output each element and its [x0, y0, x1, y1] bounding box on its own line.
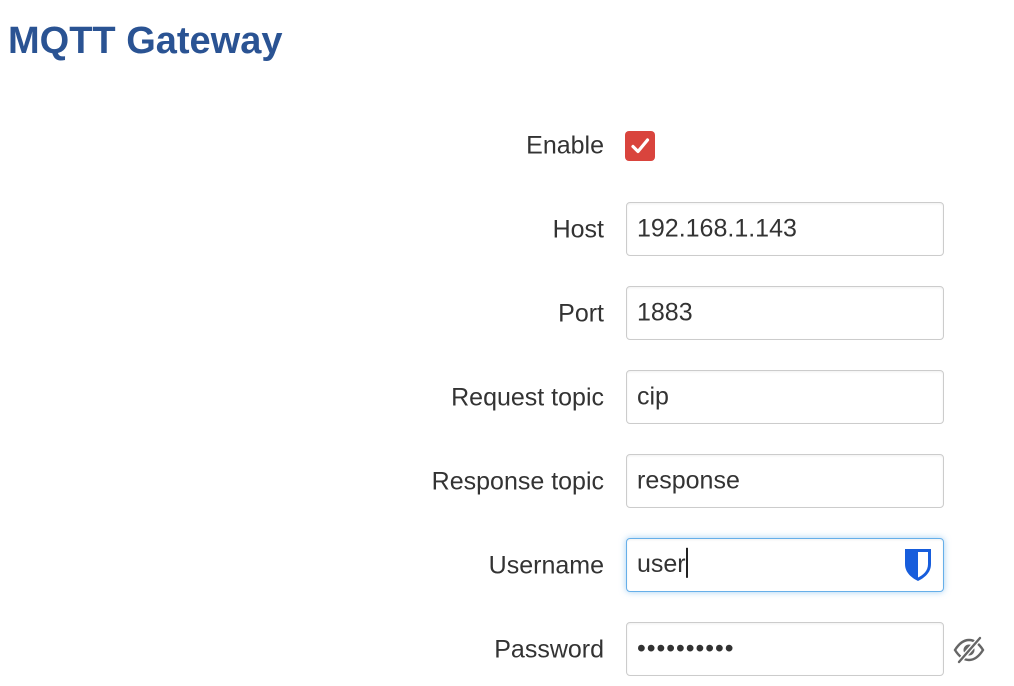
port-value: 1883 [637, 298, 693, 327]
port-label: Port [558, 299, 604, 328]
username-input[interactable]: user [626, 538, 944, 592]
request-topic-input[interactable]: cip [626, 370, 944, 424]
host-input[interactable]: 192.168.1.143 [626, 202, 944, 256]
port-row: Port 1883 [0, 286, 1014, 342]
username-label: Username [488, 551, 604, 580]
eye-slash-icon[interactable] [952, 633, 986, 667]
enable-label: Enable [526, 131, 604, 160]
request-topic-label: Request topic [451, 383, 604, 412]
host-label: Host [552, 215, 604, 244]
username-row: Username user [0, 538, 1014, 594]
host-value: 192.168.1.143 [637, 214, 797, 243]
username-value-wrap: user [637, 548, 688, 580]
response-topic-value: response [637, 466, 740, 495]
password-input[interactable]: •••••••••• [626, 622, 944, 676]
enable-checkbox[interactable] [625, 131, 655, 161]
mqtt-gateway-page: MQTT Gateway Enable Host 192.168.1.143 P… [0, 0, 1014, 686]
page-title: MQTT Gateway [8, 20, 283, 62]
password-value: •••••••••• [637, 634, 735, 663]
request-topic-value: cip [637, 382, 669, 411]
password-label: Password [494, 635, 604, 664]
enable-row: Enable [0, 118, 1014, 174]
port-input[interactable]: 1883 [626, 286, 944, 340]
request-topic-row: Request topic cip [0, 370, 1014, 426]
response-topic-row: Response topic response [0, 454, 1014, 510]
checkmark-icon [631, 138, 650, 154]
response-topic-label: Response topic [431, 467, 604, 496]
text-caret [685, 548, 688, 579]
password-row: Password •••••••••• [0, 622, 1014, 678]
response-topic-input[interactable]: response [626, 454, 944, 508]
host-row: Host 192.168.1.143 [0, 202, 1014, 258]
username-value: user [637, 549, 686, 578]
bitwarden-shield-icon[interactable] [903, 547, 933, 583]
